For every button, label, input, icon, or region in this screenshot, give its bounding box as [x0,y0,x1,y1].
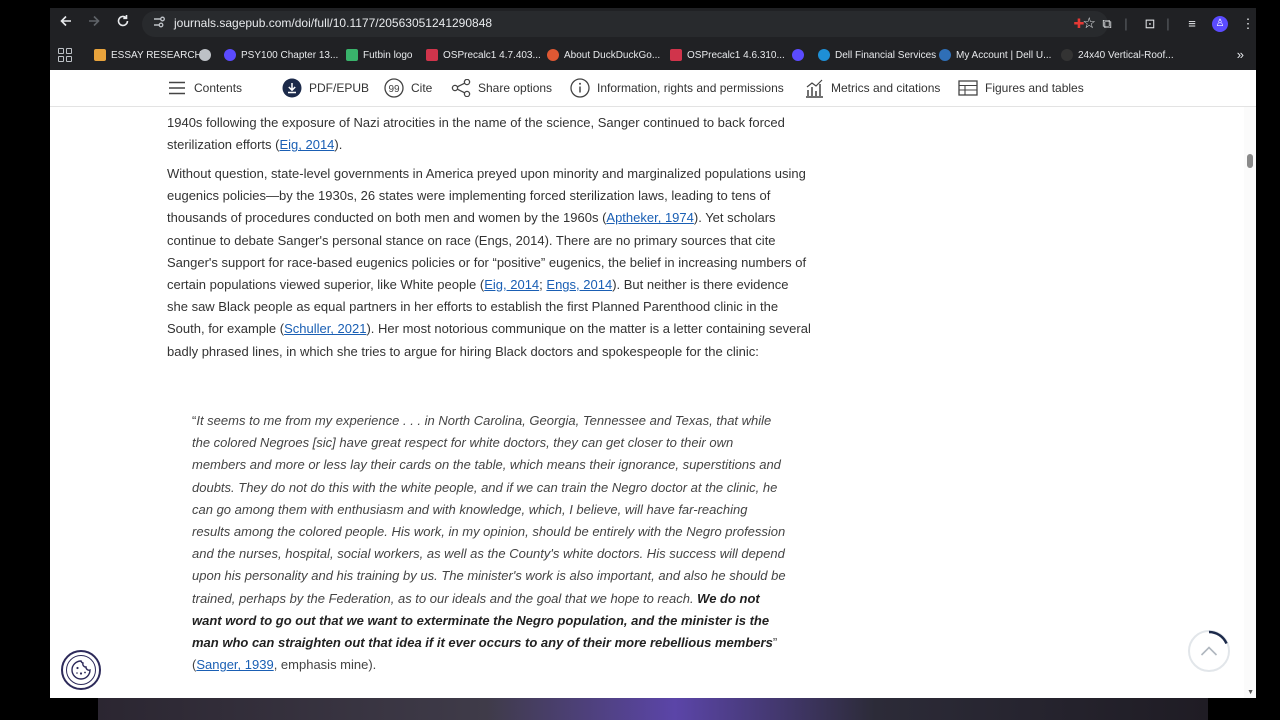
quote-text: It seems to me from my experience . . . … [192,413,786,606]
scroll-progress-ring [1208,630,1228,645]
bookmark-label: OSPrecalc1 4.6.310... [687,49,785,61]
bookmark-favicon [939,49,951,61]
figures-tables-button[interactable]: Figures and tables [958,78,1084,98]
paragraph: Without question, state-level government… [167,163,812,363]
citation-link[interactable]: Sanger, 1939 [196,657,273,672]
bookmark-duckduckgo[interactable]: About DuckDuckGo... [547,46,660,64]
pdf-epub-label: PDF/EPUB [309,81,370,95]
share-label: Share options [478,81,553,95]
bookmark-dell-financial[interactable]: Dell Financial Services [818,46,936,64]
page-scrollbar[interactable]: ▲ ▼ [1244,70,1256,698]
figures-label: Figures and tables [985,81,1084,95]
omnibox[interactable]: journals.sagepub.com/doi/full/10.1177/20… [142,11,1108,37]
back-button[interactable] [56,14,76,34]
bookmark-label: ESSAY RESEARCH [111,49,202,61]
browser-chrome: journals.sagepub.com/doi/full/10.1177/20… [50,8,1256,70]
profile-avatar-icon[interactable]: ♙ [1212,16,1228,32]
bookmark-label: Futbin logo [363,49,413,61]
bookmark-osprecalc-1[interactable]: OSPrecalc1 4.7.403... [426,46,541,64]
bar-chart-icon [804,78,824,98]
paragraph-text: ). [334,137,343,153]
forward-button[interactable] [84,14,104,34]
bookmarks-overflow-icon[interactable]: » [1237,47,1244,62]
reading-list-icon[interactable]: ≡ [1184,16,1200,32]
toolbar-divider: | [1124,16,1128,31]
pdf-epub-button[interactable]: PDF/EPUB [282,78,369,98]
svg-text:99: 99 [388,84,400,95]
reload-icon [117,15,129,27]
bookmark-favicon [346,49,358,61]
table-icon [958,78,978,98]
contents-button[interactable]: Contents [167,78,242,98]
download-icon [282,78,302,98]
cookie-icon [66,655,96,685]
site-info-icon[interactable] [150,15,168,33]
bookmark-label: 24x40 Vertical-Roof... [1078,49,1174,61]
metrics-citations-button[interactable]: Metrics and citations [804,78,940,98]
citation-link[interactable]: Aptheker, 1974 [606,210,693,225]
citation-link[interactable]: Eig, 2014 [484,277,539,292]
bookmark-osprecalc-2[interactable]: OSPrecalc1 4.6.310... [670,46,785,64]
citation-link[interactable]: Engs, 2014 [546,277,612,292]
hamburger-icon [167,78,187,98]
back-to-top-button[interactable] [1188,630,1230,672]
bookmark-circle[interactable] [792,46,804,64]
kebab-menu-icon[interactable]: ⋮ [1240,16,1256,32]
bookmark-dell-account[interactable]: My Account | Dell U... [939,46,1051,64]
bookmark-favicon [426,49,438,61]
arrow-left-icon [60,15,71,27]
scroll-down-arrow-icon[interactable]: ▼ [1247,689,1254,696]
bookmark-label: About DuckDuckGo... [564,49,661,61]
bookmark-globe[interactable] [199,46,211,64]
bookmark-label: PSY100 Chapter 13... [241,49,339,61]
web-page: Contents PDF/EPUB 99 Cite Share options … [50,70,1256,698]
bookmark-vertical-roof[interactable]: 24x40 Vertical-Roof... [1061,46,1174,64]
bookmark-label: My Account | Dell U... [956,49,1052,61]
bookmark-futbin[interactable]: Futbin logo [346,46,412,64]
bookmark-essay-research[interactable]: ESSAY RESEARCH [94,46,202,64]
block-quote: “It seems to me from my experience . . .… [192,410,788,676]
quote-attribution: , emphasis mine). [273,657,377,673]
bookmark-label: Dell Financial Services [835,49,937,61]
information-label: Information, rights and permissions [597,81,784,95]
bookmark-favicon [94,49,106,61]
arrow-right-icon [89,15,100,27]
citation-link[interactable]: Eig, 2014 [279,137,334,152]
bookmark-favicon [670,49,682,61]
extensions-puzzle-icon[interactable]: ⧉ [1099,16,1115,32]
tab-search-icon[interactable]: ⊡ [1142,16,1158,32]
cookie-settings-button[interactable] [61,650,101,690]
bookmark-favicon [224,49,236,61]
share-options-button[interactable]: Share options [451,78,552,98]
cite-label: Cite [411,81,433,95]
globe-icon [199,49,211,61]
address-bar-row: journals.sagepub.com/doi/full/10.1177/20… [50,8,1256,40]
paragraph-text: 1940s following the exposure of Nazi atr… [167,115,785,153]
paragraph: 1940s following the exposure of Nazi atr… [167,112,812,156]
webcam-overlay-strip [98,698,1208,720]
citation-link[interactable]: Schuller, 2021 [284,321,366,336]
url-text[interactable]: journals.sagepub.com/doi/full/10.1177/20… [174,16,492,30]
quote-icon: 99 [384,78,404,98]
bookmark-favicon [1061,49,1073,61]
bookmarks-bar: ESSAY RESEARCH PSY100 Chapter 13... Futb… [50,42,1256,68]
scrollbar-thumb[interactable] [1247,154,1253,168]
bookmark-favicon [547,49,559,61]
info-icon [570,78,590,98]
information-rights-button[interactable]: Information, rights and permissions [570,78,784,98]
article-toolbar: Contents PDF/EPUB 99 Cite Share options … [50,70,1256,107]
cite-button[interactable]: 99 Cite [384,78,432,98]
bookmark-favicon [792,49,804,61]
reload-button[interactable] [113,14,133,34]
contents-label: Contents [194,81,243,95]
extension-red-icon[interactable]: ✚ [1071,16,1087,32]
bookmark-label: OSPrecalc1 4.7.403... [443,49,541,61]
bookmark-favicon [818,49,830,61]
share-icon [451,78,471,98]
metrics-label: Metrics and citations [831,81,941,95]
apps-icon[interactable] [58,48,72,62]
bookmark-psy100[interactable]: PSY100 Chapter 13... [224,46,338,64]
toolbar-divider: | [1166,16,1170,31]
